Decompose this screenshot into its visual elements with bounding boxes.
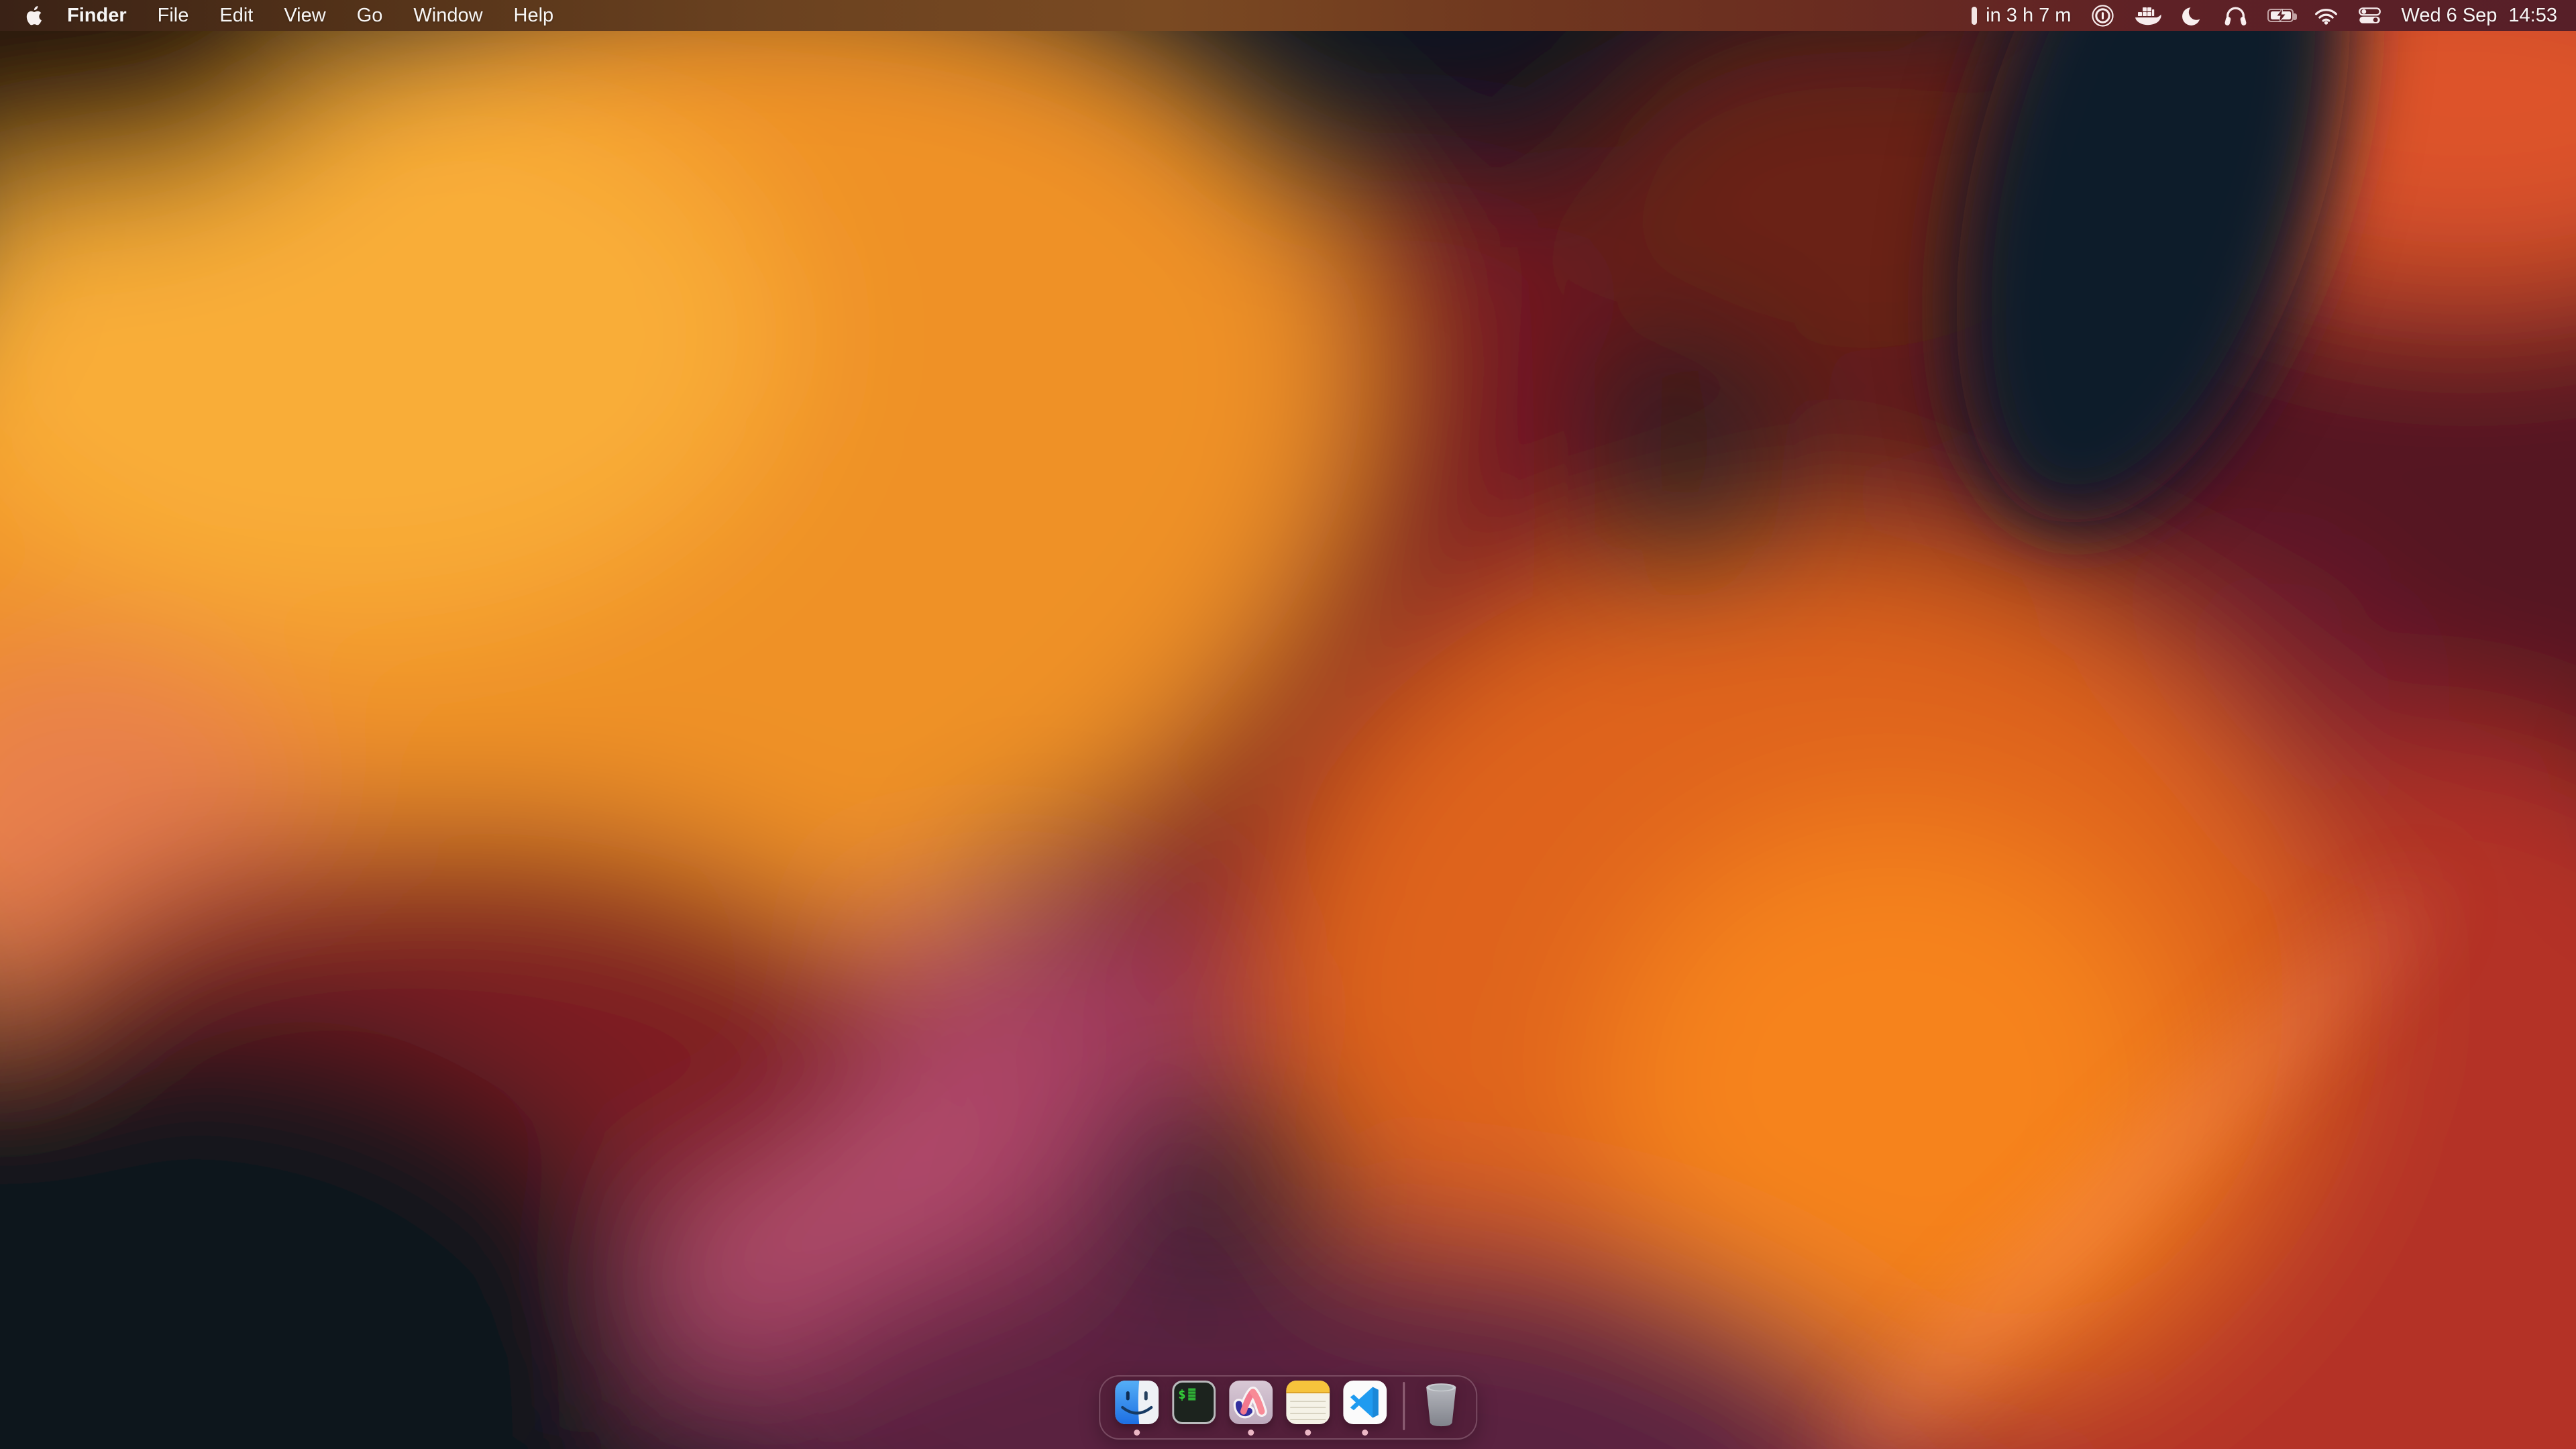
running-indicator bbox=[1248, 1430, 1254, 1436]
menu-go[interactable]: Go bbox=[341, 0, 398, 31]
dock: $ bbox=[1099, 1375, 1477, 1440]
battery-menu-extra[interactable] bbox=[2267, 9, 2294, 22]
finder-icon bbox=[1115, 1381, 1159, 1424]
svg-text:$: $ bbox=[1178, 1387, 1185, 1402]
menu-view[interactable]: View bbox=[268, 0, 341, 31]
focus-menu-extra[interactable] bbox=[2182, 5, 2204, 27]
countdown-bar-icon bbox=[1972, 7, 1977, 25]
dock-item-trash[interactable] bbox=[1421, 1381, 1461, 1427]
running-indicator bbox=[1305, 1430, 1311, 1436]
docker-icon bbox=[2135, 5, 2161, 26]
terminal-icon: $ bbox=[1172, 1381, 1216, 1424]
running-indicator bbox=[1134, 1430, 1140, 1436]
battery-nub bbox=[2294, 13, 2297, 20]
one-password-menu-extra[interactable] bbox=[2091, 4, 2114, 28]
dock-item-vscode[interactable] bbox=[1343, 1381, 1387, 1436]
audio-menu-extra[interactable] bbox=[2224, 5, 2247, 27]
dock-item-terminal[interactable]: $ bbox=[1172, 1381, 1216, 1436]
wifi-menu-extra[interactable] bbox=[2314, 7, 2339, 25]
arc-browser-icon bbox=[1229, 1381, 1273, 1424]
app-menu-finder[interactable]: Finder bbox=[52, 0, 142, 31]
menu-bar-status: in 3 h 7 m bbox=[1972, 0, 2557, 31]
menu-bar: Finder File Edit View Go Window Help in … bbox=[0, 0, 2576, 31]
headphones-icon bbox=[2224, 5, 2247, 27]
menu-bar-clock[interactable]: Wed 6 Sep 14:53 bbox=[2401, 5, 2557, 27]
battery-bolt-icon bbox=[2275, 9, 2286, 22]
clock-date: Wed 6 Sep bbox=[2401, 5, 2497, 27]
trash-empty-icon bbox=[1421, 1381, 1461, 1427]
battery-charging-icon bbox=[2267, 9, 2294, 22]
one-password-icon bbox=[2091, 4, 2114, 28]
dock-item-notes[interactable] bbox=[1286, 1381, 1330, 1436]
apple-menu[interactable] bbox=[19, 0, 52, 31]
menu-edit[interactable]: Edit bbox=[204, 0, 268, 31]
vscode-icon bbox=[1343, 1381, 1387, 1424]
dock-item-arc[interactable] bbox=[1229, 1381, 1273, 1436]
running-indicator bbox=[1362, 1430, 1368, 1436]
countdown-menu-extra[interactable]: in 3 h 7 m bbox=[1972, 5, 2071, 27]
control-center-menu-extra[interactable] bbox=[2359, 7, 2381, 24]
control-center-icon bbox=[2359, 7, 2381, 24]
menu-bar-left: Finder File Edit View Go Window Help bbox=[19, 0, 569, 31]
wifi-icon bbox=[2314, 7, 2339, 25]
desktop-wallpaper bbox=[0, 0, 2576, 1449]
apple-logo-icon bbox=[24, 5, 42, 27]
menu-window[interactable]: Window bbox=[398, 0, 498, 31]
menu-file[interactable]: File bbox=[142, 0, 205, 31]
countdown-label: in 3 h 7 m bbox=[1986, 5, 2071, 27]
dock-separator bbox=[1403, 1382, 1405, 1430]
clock-time: 14:53 bbox=[2508, 5, 2557, 27]
dock-item-finder[interactable] bbox=[1115, 1381, 1159, 1436]
menu-help[interactable]: Help bbox=[498, 0, 570, 31]
focus-moon-icon bbox=[2182, 5, 2204, 27]
docker-menu-extra[interactable] bbox=[2135, 5, 2161, 26]
notes-icon bbox=[1286, 1381, 1330, 1424]
